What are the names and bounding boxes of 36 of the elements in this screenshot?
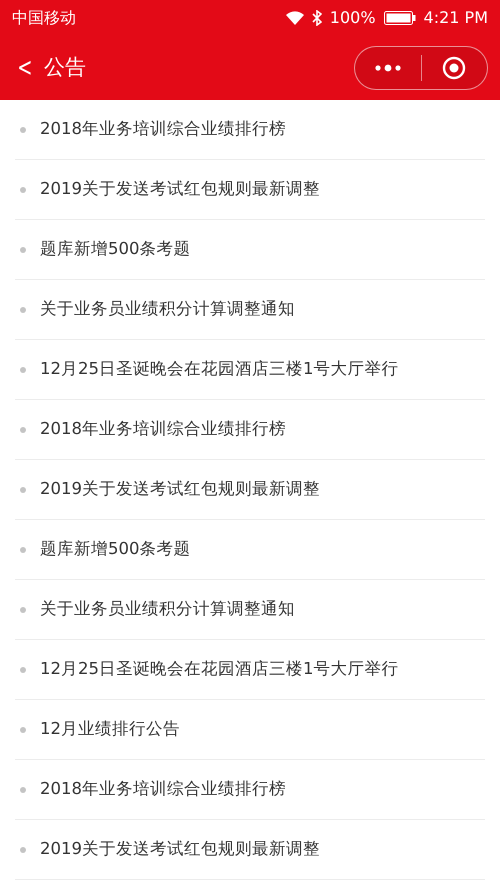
more-icon bbox=[374, 64, 402, 72]
bullet-icon bbox=[20, 726, 26, 732]
notice-link[interactable]: 2018年业务培训综合业绩排行榜 bbox=[40, 417, 286, 442]
bullet-icon bbox=[20, 546, 26, 552]
notice-link[interactable]: 题库新增500条考题 bbox=[40, 537, 190, 562]
notice-link[interactable]: 12月25日圣诞晚会在花园酒店三楼1号大厅举行 bbox=[40, 657, 398, 682]
bullet-icon bbox=[20, 606, 26, 612]
wifi-icon bbox=[286, 10, 304, 24]
notice-link[interactable]: 2018年业务培训综合业绩排行榜 bbox=[40, 117, 286, 142]
notice-link[interactable]: 关于业务员业绩积分计算调整通知 bbox=[40, 297, 295, 322]
notice-link[interactable]: 2019关于发送考试红包规则最新调整 bbox=[40, 837, 320, 862]
page-title: 公告 bbox=[44, 54, 86, 81]
target-icon bbox=[442, 56, 466, 80]
battery-icon bbox=[384, 10, 416, 24]
bullet-icon bbox=[20, 426, 26, 432]
bullet-icon bbox=[20, 666, 26, 672]
notice-link[interactable]: 题库新增500条考题 bbox=[40, 237, 190, 262]
notice-link[interactable]: 2018年业务培训综合业绩排行榜 bbox=[40, 777, 286, 802]
notice-link[interactable]: 关于业务员业绩积分计算调整通知 bbox=[40, 597, 295, 622]
bullet-icon bbox=[20, 306, 26, 312]
bullet-icon bbox=[20, 786, 26, 792]
back-button[interactable]: < bbox=[17, 54, 33, 80]
carrier-name: 中国移动 bbox=[12, 6, 76, 28]
notice-link[interactable]: 12月25日圣诞晚会在花园酒店三楼1号大厅举行 bbox=[40, 357, 398, 382]
clock-time: 4:21 PM bbox=[424, 6, 488, 28]
bullet-icon bbox=[20, 486, 26, 492]
notice-link[interactable]: 2019关于发送考试红包规则最新调整 bbox=[40, 177, 320, 202]
bullet-icon bbox=[20, 246, 26, 252]
bullet-icon bbox=[20, 186, 26, 192]
notice-link[interactable]: 12月业绩排行公告 bbox=[40, 717, 180, 742]
bluetooth-icon bbox=[312, 10, 322, 26]
notice-link[interactable]: 2019关于发送考试红包规则最新调整 bbox=[40, 477, 320, 502]
bullet-icon bbox=[20, 126, 26, 132]
battery-percent: 100% bbox=[330, 6, 376, 28]
bullet-icon bbox=[20, 366, 26, 372]
bullet-icon bbox=[20, 846, 26, 852]
